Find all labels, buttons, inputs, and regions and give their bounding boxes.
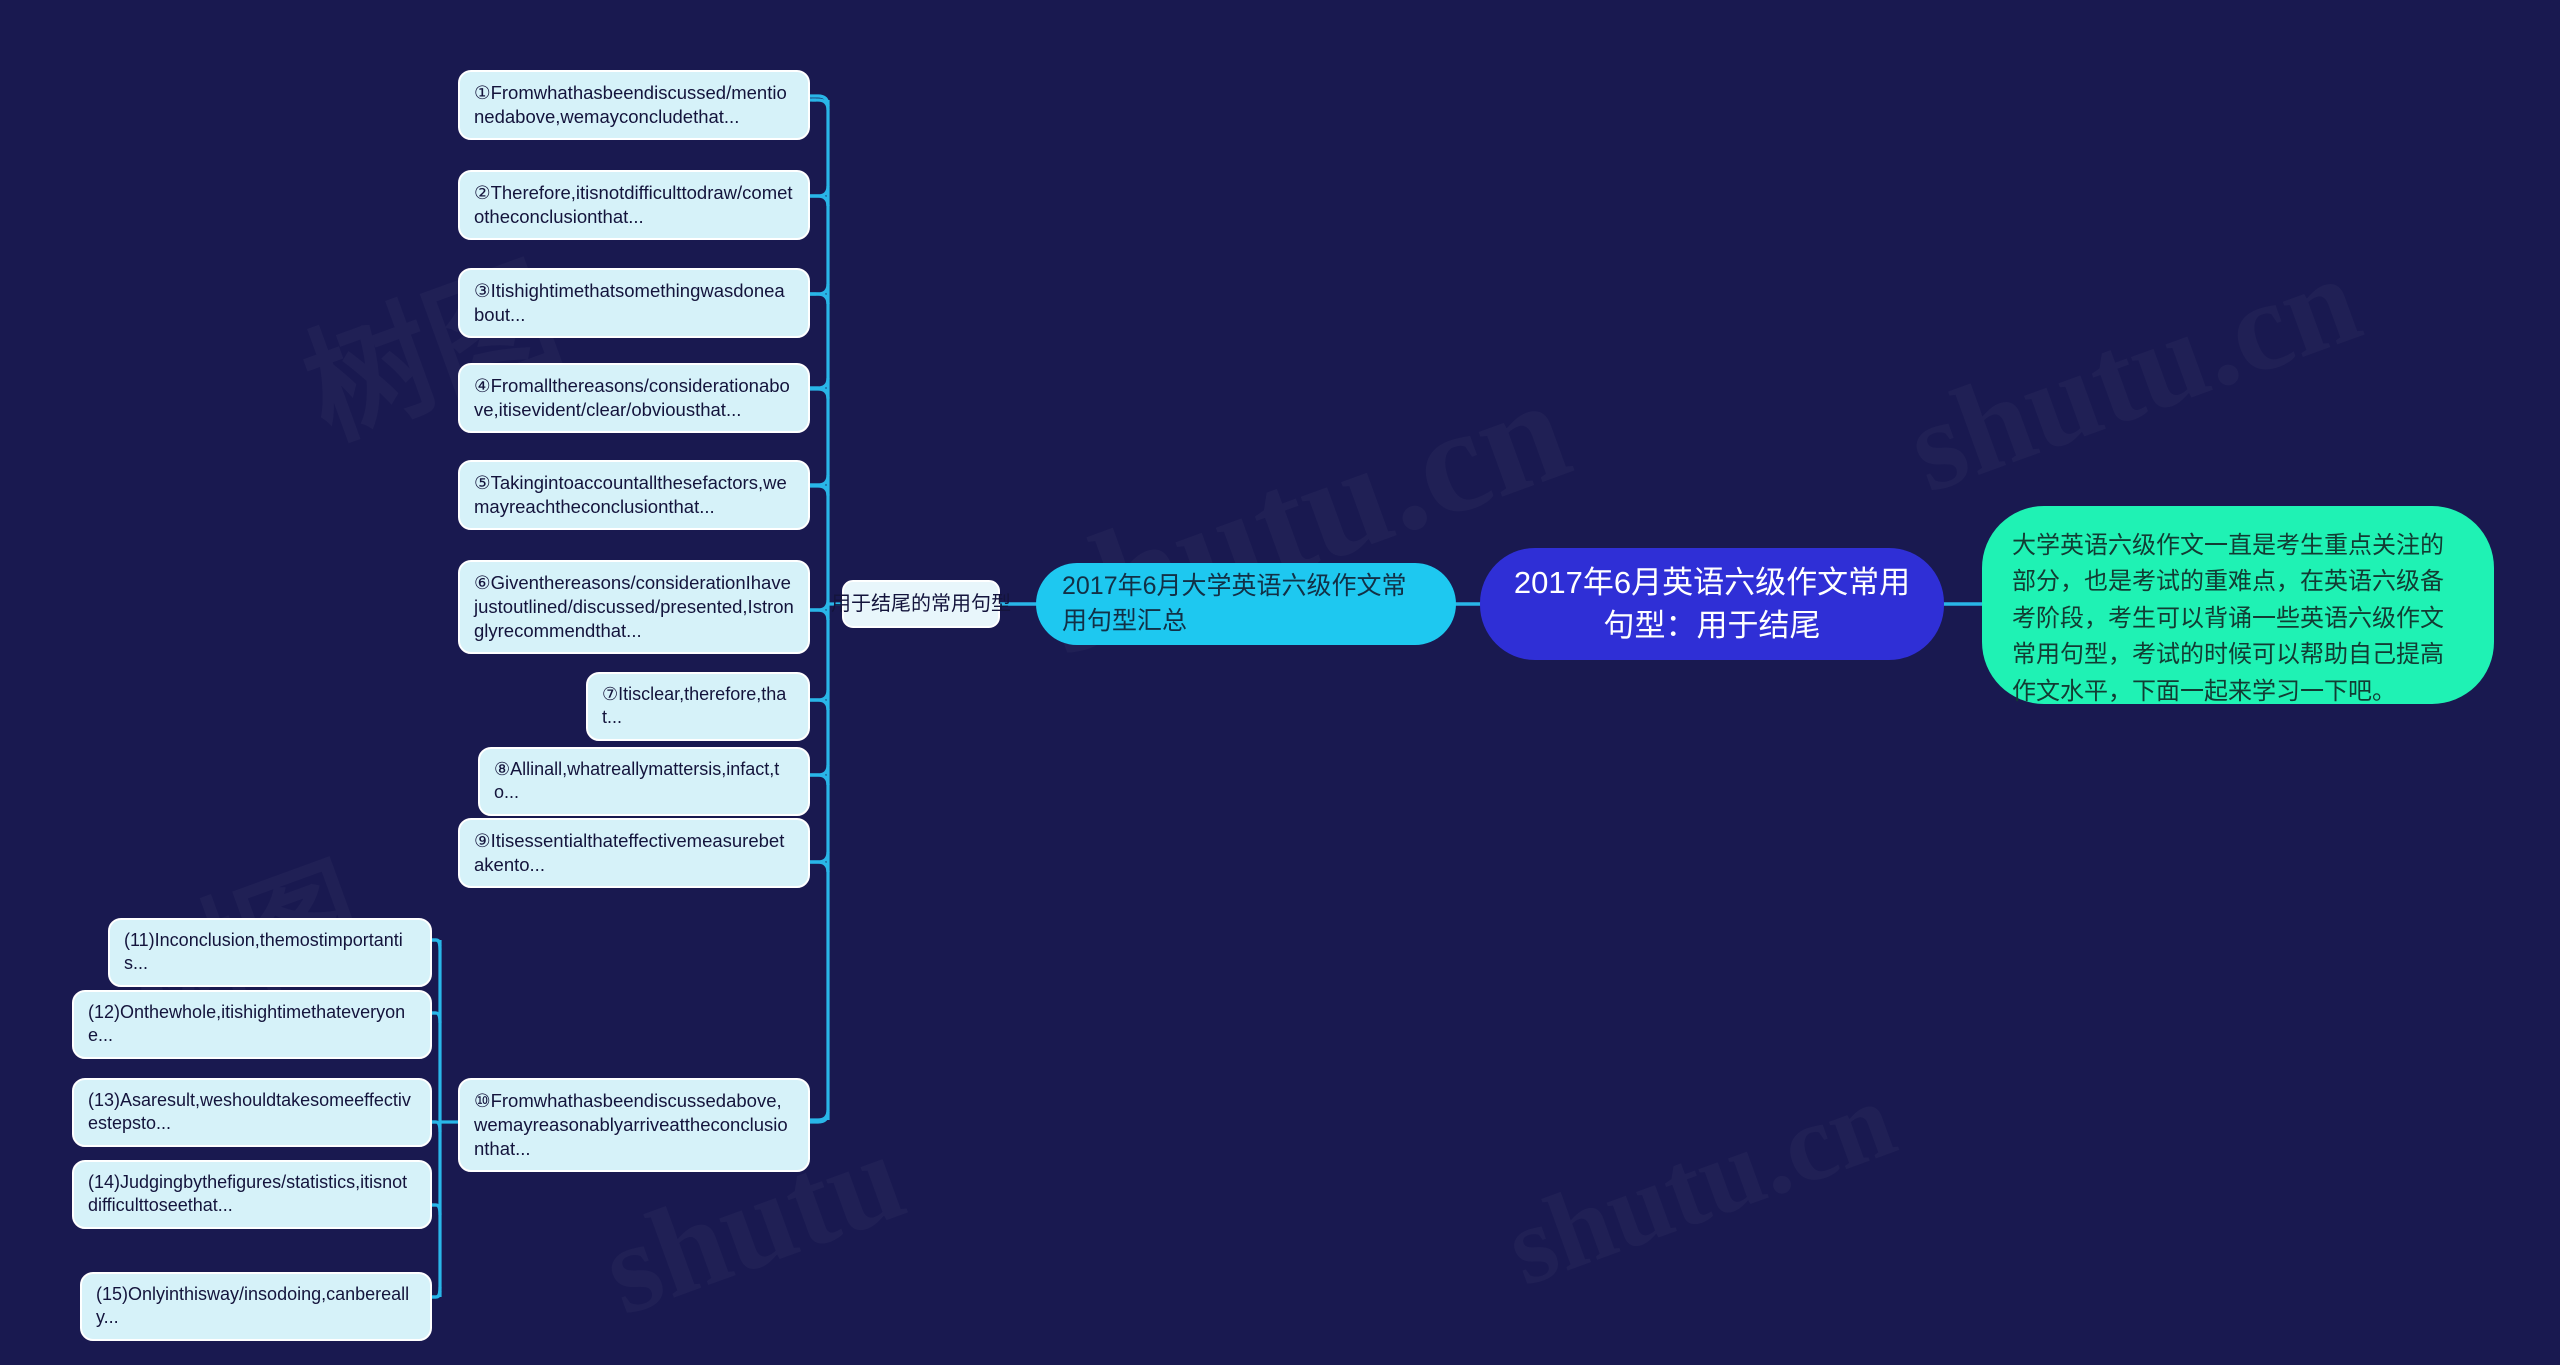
description-text: 大学英语六级作文一直是考生重点关注的部分，也是考试的重难点，在英语六级备考阶段，…	[2012, 532, 2444, 705]
list-item[interactable]: ⑦Itisclear,therefore,that...	[586, 672, 810, 741]
list-item[interactable]: ⑨Itisessentialthateffectivemeasurebetake…	[458, 818, 810, 889]
category-label: 用于结尾的常用句型	[831, 593, 1011, 615]
watermark: shutu.cn	[1490, 1055, 1910, 1311]
sentence-text: ⑩Fromwhathasbeendiscussedabove,wemayreas…	[474, 1090, 788, 1160]
list-item[interactable]: (11)Inconclusion,themostimportantis...	[108, 918, 432, 987]
list-item[interactable]: (14)Judgingbythefigures/statistics,itisn…	[72, 1160, 432, 1229]
watermark: 树图	[276, 212, 580, 473]
sentence-text: (12)Onthewhole,itishightimethateveryone.…	[88, 1002, 406, 1046]
sentence-text: ⑧Allinall,whatreallymattersis,infact,to.…	[494, 759, 780, 803]
list-item[interactable]: ②Therefore,itisnotdifficulttodraw/cometo…	[458, 170, 810, 241]
list-item[interactable]: (13)Asaresult,weshouldtakesomeeffectives…	[72, 1078, 432, 1147]
root-node[interactable]: 2017年6月英语六级作文常用句型：用于结尾	[1480, 548, 1944, 660]
sentence-text: (11)Inconclusion,themostimportantis...	[124, 930, 403, 974]
list-item[interactable]: ⑤Takingintoaccountallthesefactors,wemayr…	[458, 460, 810, 531]
sentence-text: ③Itishightimethatsomethingwasdoneabout..…	[474, 280, 785, 326]
list-item[interactable]: ①Fromwhathasbeendiscussed/mentionedabove…	[458, 70, 810, 141]
description-node[interactable]: 大学英语六级作文一直是考生重点关注的部分，也是考试的重难点，在英语六级备考阶段，…	[1982, 506, 2494, 705]
sentence-text: ⑦Itisclear,therefore,that...	[602, 684, 787, 728]
sentence-text: (14)Judgingbythefigures/statistics,itisn…	[88, 1172, 408, 1216]
list-item[interactable]: ⑩Fromwhathasbeendiscussedabove,wemayreas…	[458, 1078, 810, 1173]
root-title: 2017年6月英语六级作文常用句型：用于结尾	[1513, 564, 1911, 643]
list-item[interactable]: ⑧Allinall,whatreallymattersis,infact,to.…	[478, 747, 810, 816]
list-item[interactable]: ④Fromallthereasons/considerationabove,it…	[458, 363, 810, 434]
sentence-text: (15)Onlyinthisway/insodoing,canbereally.…	[96, 1284, 410, 1328]
list-item[interactable]: (15)Onlyinthisway/insodoing,canbereally.…	[80, 1272, 432, 1341]
sentence-text: ④Fromallthereasons/considerationabove,it…	[474, 375, 790, 421]
summary-title: 2017年6月大学英语六级作文常用句型汇总	[1062, 571, 1407, 636]
list-item[interactable]: (12)Onthewhole,itishightimethateveryone.…	[72, 990, 432, 1059]
watermark: shutu.cn	[1889, 225, 2377, 523]
list-item[interactable]: ⑥Giventhereasons/considerationIhavejusto…	[458, 560, 810, 655]
list-item[interactable]: ③Itishightimethatsomethingwasdoneabout..…	[458, 268, 810, 339]
category-node[interactable]: 用于结尾的常用句型	[831, 580, 1011, 628]
sentence-text: ①Fromwhathasbeendiscussed/mentionedabove…	[474, 82, 787, 128]
sentence-text: ⑨Itisessentialthateffectivemeasurebetake…	[474, 830, 785, 876]
mindmap-canvas: 树图 shutu.cn shutu.cn shutu shutu.cn 树图	[0, 0, 2560, 1365]
sentence-text: ⑥Giventhereasons/considerationIhavejusto…	[474, 572, 794, 642]
sentence-text: (13)Asaresult,weshouldtakesomeeffectives…	[88, 1090, 411, 1134]
sentence-text: ②Therefore,itisnotdifficulttodraw/cometo…	[474, 182, 793, 228]
summary-node[interactable]: 2017年6月大学英语六级作文常用句型汇总	[1036, 563, 1456, 645]
sentence-text: ⑤Takingintoaccountallthesefactors,wemayr…	[474, 472, 787, 518]
